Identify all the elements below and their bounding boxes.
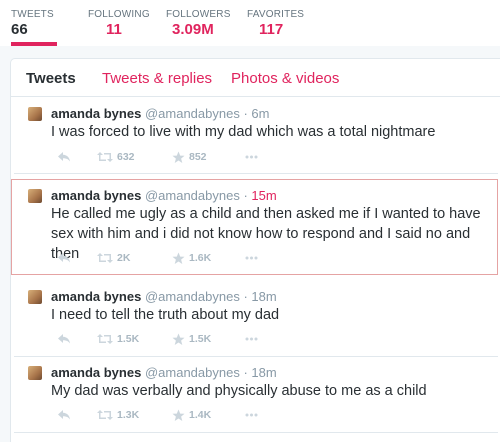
favorite-button[interactable]: 1.4K — [172, 407, 211, 423]
reply-button[interactable] — [57, 407, 71, 423]
avatar[interactable] — [28, 290, 42, 304]
retweet-icon — [97, 253, 113, 263]
retweet-button[interactable]: 2K — [97, 250, 130, 266]
author-handle[interactable]: @amandabynes — [145, 365, 240, 380]
more-icon — [245, 337, 258, 341]
tweet-header: amanda bynes @amandabynes · 15m — [51, 188, 277, 203]
retweet-icon — [97, 410, 113, 420]
reply-icon — [58, 253, 70, 263]
favorite-button[interactable]: 1.5K — [172, 331, 211, 347]
author-name[interactable]: amanda bynes — [51, 106, 141, 121]
retweet-icon — [97, 334, 113, 344]
favorite-count: 1.4K — [189, 409, 212, 421]
author-handle[interactable]: @amandabynes — [145, 188, 240, 203]
avatar[interactable] — [28, 107, 42, 121]
more-icon — [245, 413, 258, 417]
stat-tweets-value: 66 — [11, 21, 28, 38]
favorite-button[interactable]: 1.6K — [172, 250, 211, 266]
stat-tweets[interactable]: TWEETS 66 — [11, 0, 57, 46]
avatar[interactable] — [28, 366, 42, 380]
reply-button[interactable] — [57, 149, 71, 165]
star-icon — [172, 333, 185, 345]
star-icon — [172, 409, 185, 421]
stat-favorites-label: FAVORITES — [247, 9, 305, 20]
stat-followers[interactable]: FOLLOWERS 3.09M — [166, 0, 231, 46]
favorite-count: 852 — [189, 151, 207, 163]
retweet-button[interactable]: 632 — [97, 149, 135, 165]
favorite-count: 1.6K — [189, 252, 212, 264]
star-icon — [172, 252, 185, 264]
retweet-icon — [97, 152, 113, 162]
reply-icon — [58, 152, 70, 162]
reply-button[interactable] — [57, 250, 71, 266]
tab-photos-and-videos[interactable]: Photos & videos — [231, 70, 339, 87]
tweet-item[interactable]: amanda bynes @amandabynes · 18m My dad w… — [14, 357, 498, 433]
retweet-button[interactable]: 1.5K — [97, 331, 139, 347]
tweet-timestamp[interactable]: 18m — [251, 365, 276, 380]
tweet-text: I need to tell the truth about my dad — [51, 307, 280, 323]
more-button[interactable] — [245, 331, 258, 347]
stat-tweets-label: TWEETS — [11, 9, 54, 20]
stat-following-value: 11 — [106, 21, 122, 38]
author-name[interactable]: amanda bynes — [51, 188, 141, 203]
stat-following[interactable]: FOLLOWING 11 — [88, 0, 150, 46]
star-icon — [172, 151, 185, 163]
reply-icon — [58, 410, 70, 420]
more-icon — [245, 256, 258, 260]
profile-stats-bar: TWEETS 66 FOLLOWING 11 FOLLOWERS 3.09M F… — [0, 0, 500, 46]
tweet-header: amanda bynes @amandabynes · 18m — [51, 365, 277, 380]
more-button[interactable] — [245, 250, 258, 266]
retweet-count: 632 — [117, 151, 135, 163]
tweet-item-highlighted[interactable]: amanda bynes @amandabynes · 15m He calle… — [11, 179, 498, 275]
author-handle[interactable]: @amandabynes — [145, 289, 240, 304]
stat-followers-label: FOLLOWERS — [166, 9, 231, 20]
reply-icon — [58, 334, 70, 344]
stat-favorites[interactable]: FAVORITES 117 — [247, 0, 309, 46]
more-button[interactable] — [245, 149, 258, 165]
tweet-timestamp[interactable]: 15m — [251, 188, 276, 203]
author-name[interactable]: amanda bynes — [51, 289, 141, 304]
stat-followers-value: 3.09M — [172, 21, 214, 38]
retweet-button[interactable]: 1.3K — [97, 407, 139, 423]
tweet-header: amanda bynes @amandabynes · 18m — [51, 289, 277, 304]
tweet-text: I was forced to live with my dad which w… — [51, 124, 436, 140]
stat-favorites-value: 117 — [259, 21, 284, 38]
favorite-count: 1.5K — [189, 333, 212, 345]
tab-tweets-and-replies[interactable]: Tweets & replies — [102, 70, 212, 87]
more-icon — [245, 155, 258, 159]
tweet-header: amanda bynes @amandabynes · 6m — [51, 106, 270, 121]
active-stat-underline — [11, 42, 57, 46]
tweet-item[interactable]: amanda bynes @amandabynes · 18m I need t… — [14, 281, 498, 357]
timeline-tabs: Tweets Tweets & replies Photos & videos — [11, 59, 500, 97]
author-name[interactable]: amanda bynes — [51, 365, 141, 380]
author-handle[interactable]: @amandabynes — [145, 106, 240, 121]
tweet-item[interactable]: amanda bynes @amandabynes · 6m I was for… — [14, 98, 498, 174]
stat-following-label: FOLLOWING — [88, 9, 150, 20]
favorite-button[interactable]: 852 — [172, 149, 207, 165]
retweet-count: 1.5K — [117, 333, 140, 345]
tab-tweets[interactable]: Tweets — [26, 70, 76, 87]
retweet-count: 1.3K — [117, 409, 140, 421]
reply-button[interactable] — [57, 331, 71, 347]
tweet-timestamp[interactable]: 6m — [251, 106, 269, 121]
more-button[interactable] — [245, 407, 258, 423]
retweet-count: 2K — [117, 252, 131, 264]
tweet-timestamp[interactable]: 18m — [251, 289, 276, 304]
timeline-panel: Tweets Tweets & replies Photos & videos … — [10, 58, 500, 442]
avatar[interactable] — [28, 189, 42, 203]
tweet-text: My dad was verbally and physically abuse… — [51, 383, 427, 399]
